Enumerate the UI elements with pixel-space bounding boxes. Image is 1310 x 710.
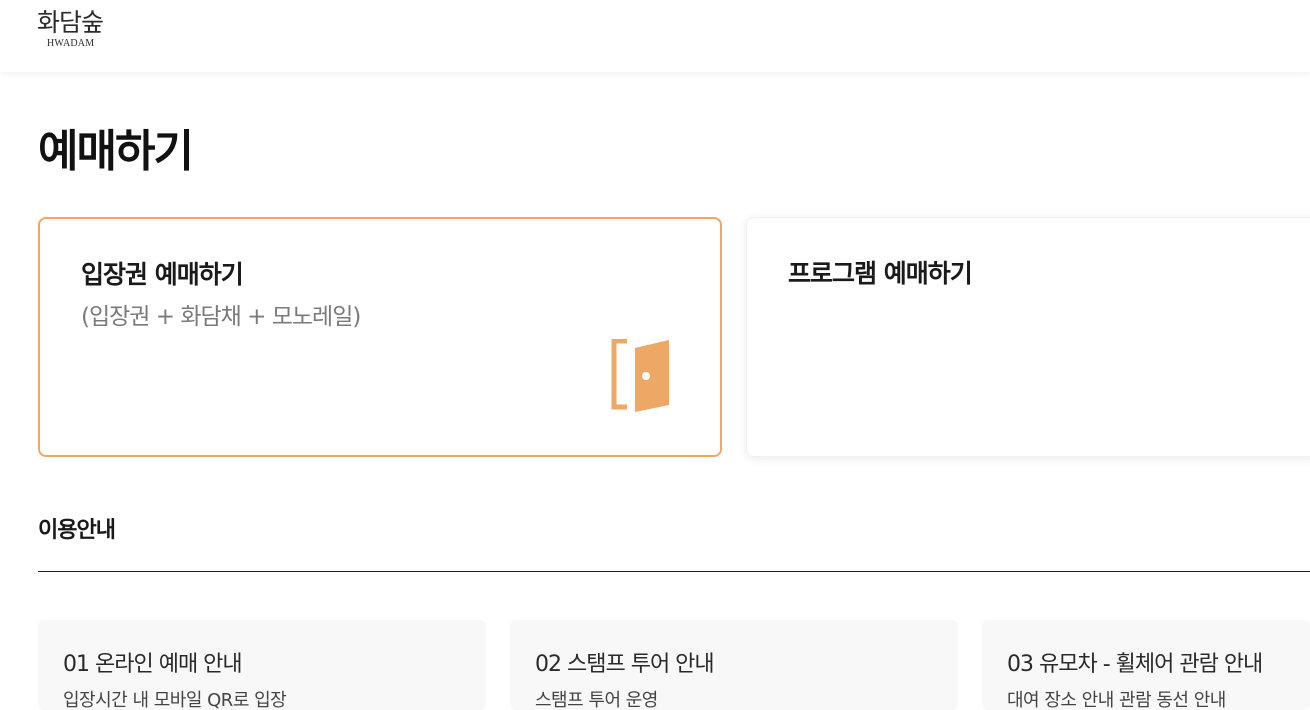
- info-card-title: 03 유모차 - 휠체어 관람 안내: [1007, 652, 1263, 677]
- info-card-text: 대여 장소 안내 관람 동선 안내: [1007, 690, 1226, 710]
- info-card-text: 스탬프 투어 운영: [535, 690, 658, 710]
- usage-info-heading: 이용안내: [38, 518, 116, 543]
- section-divider: [38, 571, 1310, 572]
- online-reservation-info-card[interactable]: 01 온라인 예매 안내 입장시간 내 모바일 QR로 입장: [38, 620, 486, 710]
- logo-english-text: HWADAM: [47, 38, 95, 49]
- program-reservation-card[interactable]: 프로그램 예매하기: [746, 217, 1310, 457]
- stamp-tour-info-card[interactable]: 02 스탬프 투어 안내 스탬프 투어 운영: [510, 620, 958, 710]
- ticket-reservation-card[interactable]: 입장권 예매하기 (입장권 + 화담채 + 모노레일): [38, 217, 722, 457]
- ticket-card-subtitle: (입장권 + 화담채 + 모노레일): [81, 304, 361, 330]
- stroller-wheelchair-info-card[interactable]: 03 유모차 - 휠체어 관람 안내 대여 장소 안내 관람 동선 안내: [982, 620, 1310, 710]
- hwadam-logo[interactable]: 화담숲 HWADAM: [37, 8, 117, 58]
- program-card-title: 프로그램 예매하기: [788, 259, 973, 288]
- door-open-icon: [611, 339, 669, 412]
- site-header: 화담숲 HWADAM: [0, 0, 1310, 72]
- page-title: 예매하기: [38, 126, 194, 177]
- info-card-title: 02 스탬프 투어 안내: [535, 652, 715, 677]
- ticket-card-title: 입장권 예매하기: [81, 260, 244, 289]
- info-card-text: 입장시간 내 모바일 QR로 입장: [63, 690, 287, 710]
- info-card-title: 01 온라인 예매 안내: [63, 652, 243, 677]
- logo-korean-text: 화담숲: [37, 8, 104, 37]
